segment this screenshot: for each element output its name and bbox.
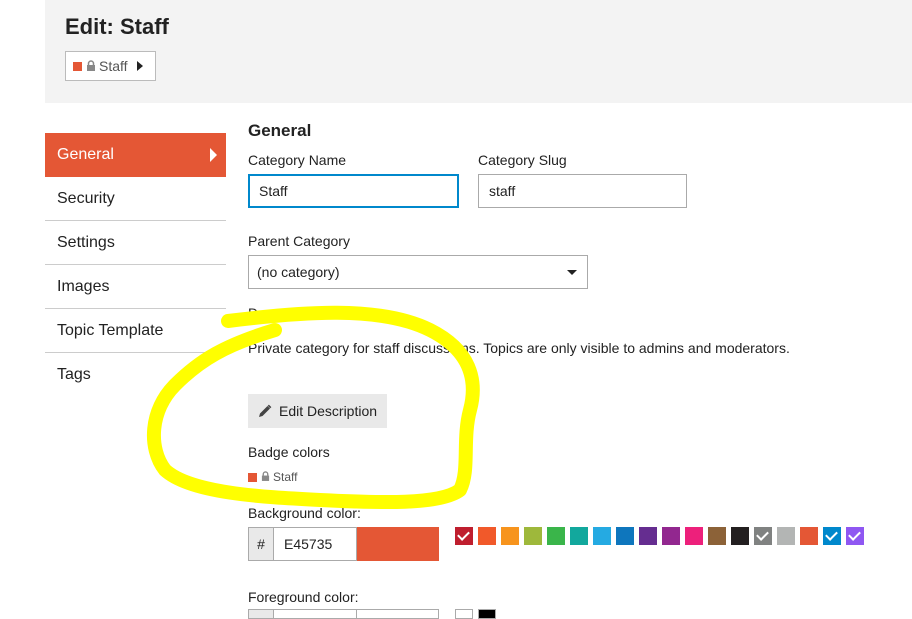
category-name-input[interactable] xyxy=(248,174,459,208)
category-slug-input[interactable] xyxy=(478,174,687,208)
nav-item-general[interactable]: General xyxy=(45,133,226,177)
caret-right-icon xyxy=(136,61,143,71)
color-swatch[interactable] xyxy=(731,527,749,545)
parent-category-select[interactable]: (no category) xyxy=(248,255,588,289)
category-color-square xyxy=(73,61,82,71)
edit-description-button[interactable]: Edit Description xyxy=(248,394,388,428)
hash-prefix: # xyxy=(248,527,274,561)
color-swatch[interactable] xyxy=(501,527,519,545)
section-title: General xyxy=(248,121,312,140)
color-swatch[interactable] xyxy=(547,527,565,545)
background-color-input[interactable] xyxy=(274,527,357,561)
page-title: Edit: Staff xyxy=(65,14,169,39)
nav-item-label: Settings xyxy=(57,234,115,251)
nav-item-tags[interactable]: Tags xyxy=(45,353,226,397)
color-swatch[interactable] xyxy=(846,527,864,545)
color-swatch[interactable] xyxy=(455,527,473,545)
color-swatch[interactable] xyxy=(455,609,473,619)
color-swatch[interactable] xyxy=(616,527,634,545)
foreground-color-input[interactable] xyxy=(274,609,357,619)
sidebar-nav: General Security Settings Images Topic T… xyxy=(45,133,226,397)
color-swatch[interactable] xyxy=(662,527,680,545)
color-swatch[interactable] xyxy=(593,527,611,545)
color-swatch[interactable] xyxy=(754,527,772,545)
nav-item-label: General xyxy=(57,146,114,163)
nav-item-label: Security xyxy=(57,190,115,207)
description-text: Private category for staff discussions. … xyxy=(248,340,790,356)
badge-colors-label: Badge colors xyxy=(248,444,330,460)
nav-item-label: Topic Template xyxy=(57,322,164,339)
edit-description-label: Edit Description xyxy=(279,403,378,419)
check-icon xyxy=(848,528,861,541)
check-icon xyxy=(457,528,470,541)
check-icon xyxy=(825,528,838,541)
color-swatch[interactable] xyxy=(639,527,657,545)
foreground-color-label: Foreground color: xyxy=(248,589,359,605)
category-name-label: Category Name xyxy=(248,152,347,168)
color-swatch[interactable] xyxy=(685,527,703,545)
color-swatch[interactable] xyxy=(708,527,726,545)
pencil-icon xyxy=(259,404,272,417)
check-icon xyxy=(756,528,769,541)
foreground-color-preview xyxy=(357,609,439,619)
category-slug-label: Category Slug xyxy=(478,152,567,168)
nav-item-label: Images xyxy=(57,278,110,295)
color-swatch[interactable] xyxy=(823,527,841,545)
color-swatch[interactable] xyxy=(777,527,795,545)
badge-preview-label: Staff xyxy=(273,470,298,484)
nav-item-topic-template[interactable]: Topic Template xyxy=(45,309,226,353)
lock-icon xyxy=(86,58,96,74)
color-swatch[interactable] xyxy=(800,527,818,545)
background-color-label: Background color: xyxy=(248,505,361,521)
nav-item-images[interactable]: Images xyxy=(45,265,226,309)
parent-category-label: Parent Category xyxy=(248,233,350,249)
category-breadcrumb[interactable]: Staff xyxy=(65,51,156,81)
badge-color-square xyxy=(248,472,257,482)
page-header: Edit: Staff Staff xyxy=(45,0,912,103)
background-color-preview xyxy=(357,527,439,561)
badge-preview: Staff xyxy=(248,470,297,484)
breadcrumb-label: Staff xyxy=(99,58,128,74)
color-swatch[interactable] xyxy=(478,609,496,619)
nav-item-label: Tags xyxy=(57,366,91,383)
chevron-down-icon xyxy=(567,270,577,275)
hash-prefix xyxy=(248,609,274,619)
color-swatch[interactable] xyxy=(570,527,588,545)
color-swatches xyxy=(455,527,869,545)
color-swatch[interactable] xyxy=(524,527,542,545)
parent-category-value: (no category) xyxy=(257,264,340,280)
description-label: Description xyxy=(248,305,319,321)
nav-item-settings[interactable]: Settings xyxy=(45,221,226,265)
background-color-field: # xyxy=(248,527,439,561)
caret-right-icon xyxy=(210,148,217,162)
lock-icon xyxy=(261,470,270,484)
color-swatch[interactable] xyxy=(478,527,496,545)
nav-item-security[interactable]: Security xyxy=(45,177,226,221)
